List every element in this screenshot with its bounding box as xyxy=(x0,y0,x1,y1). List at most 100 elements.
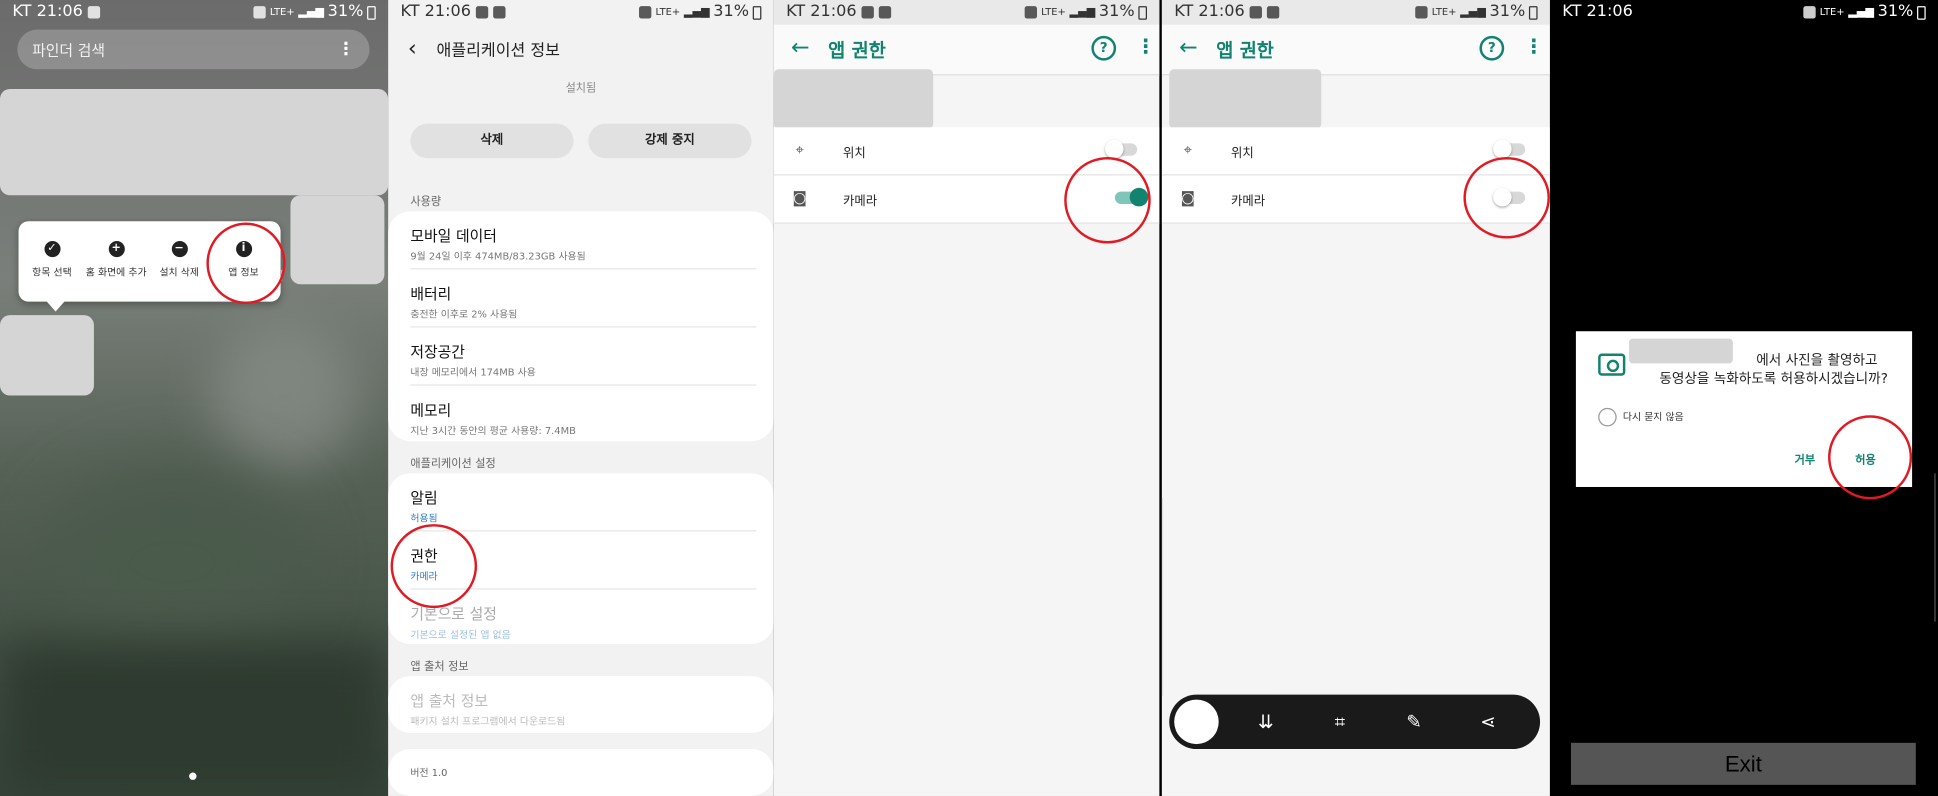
dont-ask-again-checkbox[interactable] xyxy=(1598,407,1617,427)
menu-uninstall[interactable]: − 설치 삭제 xyxy=(147,241,211,279)
location-toggle[interactable] xyxy=(1104,139,1138,159)
share-icon[interactable]: ⋖ xyxy=(1476,709,1501,734)
battery-percent: 31% xyxy=(1877,2,1914,22)
exit-button[interactable]: Exit xyxy=(1570,742,1916,785)
battery-icon xyxy=(752,5,762,20)
row-subtitle: 패키지 설치 프로그램에서 다운로드됨 xyxy=(410,715,566,727)
screenshot-toolbar: ⇊ ⌗ ✎ ⋖ xyxy=(1169,694,1541,750)
location-toggle[interactable] xyxy=(1493,139,1526,159)
more-options-icon[interactable]: ⋮ xyxy=(337,40,354,60)
message-icon xyxy=(87,6,101,19)
status-bar: KT 21:06 LTE+ ▂▄▆ 31% xyxy=(1161,0,1550,25)
menu-label: 항목 선택 xyxy=(32,266,72,279)
redacted-area xyxy=(0,88,389,196)
permission-row-camera[interactable]: ◙ 카메라 xyxy=(1161,176,1550,224)
edit-pencil-icon[interactable]: ✎ xyxy=(1402,709,1427,734)
permission-label: 위치 xyxy=(1231,147,1254,161)
signal-icon: ▂▄▆ xyxy=(683,6,710,19)
permission-row-camera[interactable]: ◙ 카메라 xyxy=(773,176,1160,224)
uninstall-button[interactable]: 삭제 xyxy=(410,123,574,159)
screenshot-edge xyxy=(1161,498,1164,696)
battery-percent: 31% xyxy=(1098,2,1135,22)
redacted-app-name xyxy=(1169,69,1322,129)
screenshot-thumbnail[interactable] xyxy=(1174,699,1219,745)
memory-row[interactable]: 메모리 지난 3시간 동안의 평균 사용량: 7.4MB xyxy=(410,399,754,437)
network-type: LTE+ xyxy=(1819,6,1845,18)
scroll-capture-icon[interactable]: ⇊ xyxy=(1253,709,1278,734)
status-bar: KT 21:06 LTE+ ▂▄▆ 31% xyxy=(1550,0,1938,25)
permission-row-location[interactable]: ⌖ 위치 xyxy=(773,127,1160,176)
menu-app-info[interactable]: i 앱 정보 xyxy=(211,241,275,279)
menu-select-items[interactable]: ✓ 항목 선택 xyxy=(20,241,84,279)
dont-ask-again-label: 다시 묻지 않음 xyxy=(1622,411,1684,423)
wallpaper-blur xyxy=(49,469,297,656)
permissions-row[interactable]: 권한 카메라 xyxy=(410,545,754,583)
row-subtitle: 허용됨 xyxy=(410,512,438,525)
page-title: 앱 권한 xyxy=(828,39,886,62)
alarm-icon xyxy=(253,6,267,19)
set-as-default-row[interactable]: 기본으로 설정 기본으로 설정된 앱 없음 xyxy=(410,603,754,641)
row-title: 모바일 데이터 xyxy=(410,227,497,245)
signal-icon: ▂▄▆ xyxy=(1069,6,1096,19)
menu-add-to-home[interactable]: + 홈 화면에 추가 xyxy=(84,241,148,279)
info-icon: i xyxy=(235,241,252,258)
row-title: 앱 출처 정보 xyxy=(410,692,489,710)
camera-toggle[interactable] xyxy=(1114,187,1149,207)
row-title: 메모리 xyxy=(410,401,452,420)
camera-icon: ◙ xyxy=(1180,189,1195,207)
more-options-icon[interactable]: ⋮ xyxy=(1524,35,1544,58)
permission-label: 카메라 xyxy=(842,195,878,209)
version-card: 버전 1.0 xyxy=(388,749,774,796)
permission-dialog-panel: KT 21:06 LTE+ ▂▄▆ 31% 에서 사진을 촬영하고 동영상을 녹화하… xyxy=(1549,0,1938,796)
camera-toggle[interactable] xyxy=(1493,187,1526,207)
notifications-row[interactable]: 알림 허용됨 xyxy=(410,487,754,525)
row-subtitle: 내장 메모리에서 174MB 사용 xyxy=(410,367,536,379)
menu-label: 앱 정보 xyxy=(228,266,259,279)
carrier-time: KT 21:06 xyxy=(1174,2,1245,22)
redacted-app-name xyxy=(773,69,934,129)
finder-search[interactable]: 파인더 검색 ⋮ xyxy=(17,29,370,70)
location-icon: ⌖ xyxy=(795,140,804,159)
more-options-icon[interactable]: ⋮ xyxy=(1136,35,1156,58)
battery-percent: 31% xyxy=(1489,2,1526,22)
alarm-icon xyxy=(1025,6,1038,19)
allow-button[interactable]: 허용 xyxy=(1855,451,1875,467)
permission-list: ⌖ 위치 ◙ 카메라 xyxy=(1161,127,1550,224)
redacted-app-name xyxy=(1629,338,1733,364)
alarm-icon xyxy=(1415,6,1428,19)
mobile-data-row[interactable]: 모바일 데이터 9월 24일 이후 474MB/83.23GB 사용됨 xyxy=(410,225,754,263)
deny-button[interactable]: 거부 xyxy=(1795,451,1815,467)
page-title: 앱 권한 xyxy=(1216,39,1274,62)
app-bar: ← 앱 권한 ? ⋮ xyxy=(773,24,1160,76)
battery-row[interactable]: 배터리 충전한 이후로 2% 사용됨 xyxy=(410,283,754,321)
row-title: 기본으로 설정 xyxy=(410,605,497,623)
image-icon xyxy=(1249,6,1263,19)
message-icon xyxy=(878,6,892,19)
status-bar: KT 21:06 LTE+ ▂▄▆ 31% xyxy=(773,0,1160,25)
help-icon[interactable]: ? xyxy=(1479,35,1505,61)
app-settings-card: 알림 허용됨 권한 카메라 기본으로 설정 기본으로 설정된 앱 없음 xyxy=(388,473,774,644)
crop-icon[interactable]: ⌗ xyxy=(1327,709,1352,734)
help-icon[interactable]: ? xyxy=(1091,35,1117,61)
battery-icon xyxy=(1138,5,1148,20)
row-subtitle: 지난 3시간 동안의 평균 사용량: 7.4MB xyxy=(410,425,576,437)
finder-search-placeholder: 파인더 검색 xyxy=(32,41,106,59)
divider xyxy=(410,384,757,386)
wallpaper-blur xyxy=(210,321,359,470)
storage-row[interactable]: 저장공간 내장 메모리에서 174MB 사용 xyxy=(410,341,754,379)
back-icon[interactable]: ‹ xyxy=(408,37,417,60)
back-arrow-icon[interactable]: ← xyxy=(1179,35,1198,61)
app-bar: ← 앱 권한 ? ⋮ xyxy=(1161,24,1550,76)
network-type: LTE+ xyxy=(655,6,681,18)
version-label: 버전 1.0 xyxy=(410,767,448,779)
permission-row-location[interactable]: ⌖ 위치 xyxy=(1161,127,1550,176)
page-title: 애플리케이션 정보 xyxy=(436,42,560,61)
battery-percent: 31% xyxy=(327,2,364,22)
carrier-time: KT 21:06 xyxy=(12,2,83,22)
app-source-row[interactable]: 앱 출처 정보 패키지 설치 프로그램에서 다운로드됨 xyxy=(410,690,754,728)
carrier-time: KT 21:06 xyxy=(786,2,857,22)
divider xyxy=(410,588,757,590)
force-stop-button[interactable]: 강제 중지 xyxy=(588,123,752,159)
usage-section-label: 사용량 xyxy=(410,196,442,209)
back-arrow-icon[interactable]: ← xyxy=(791,35,810,61)
